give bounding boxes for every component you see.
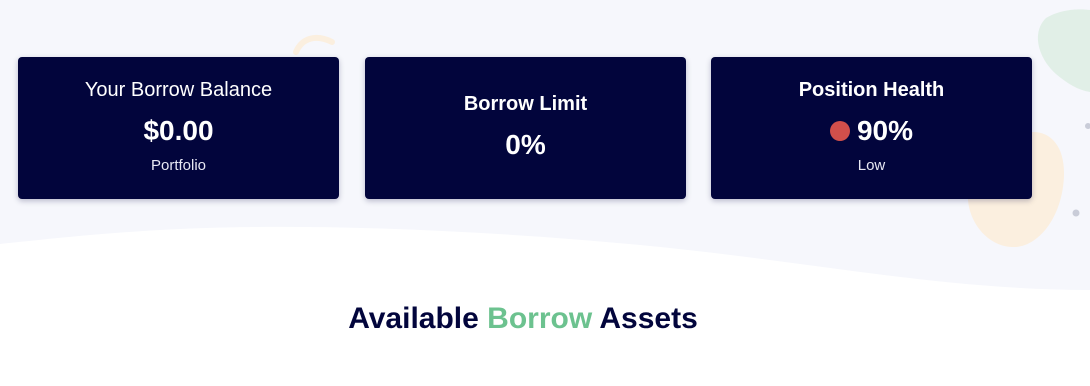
borrow-balance-subtitle: Portfolio — [150, 157, 207, 174]
available-borrow-assets-heading: Available Borrow Assets — [0, 300, 1046, 338]
borrow-limit-value: 0% — [505, 129, 546, 160]
borrow-limit-card: Borrow Limit 0% — [365, 57, 686, 199]
heading-part-borrow: Borrow — [487, 302, 593, 335]
position-health-value: 90% — [856, 115, 914, 146]
borrow-limit-title: Borrow Limit — [463, 93, 588, 115]
position-health-card: Position Health 90% Low — [711, 57, 1032, 199]
position-health-indicator: 90% — [829, 115, 914, 147]
position-health-title: Position Health — [798, 79, 945, 101]
position-health-subtitle: Low — [857, 157, 886, 174]
health-status-dot-icon — [829, 121, 850, 141]
heading-part-available: Available — [348, 302, 479, 335]
heading-part-assets: Assets — [599, 302, 698, 335]
decor-dot — [1072, 209, 1080, 217]
summary-cards: Your Borrow Balance $0.00 Portfolio Borr… — [18, 57, 1032, 199]
borrow-balance-title: Your Borrow Balance — [84, 79, 273, 101]
position-health-value-row: 90% — [711, 115, 1032, 148]
borrow-balance-value: $0.00 — [143, 115, 214, 146]
borrow-balance-card: Your Borrow Balance $0.00 Portfolio — [18, 57, 339, 199]
